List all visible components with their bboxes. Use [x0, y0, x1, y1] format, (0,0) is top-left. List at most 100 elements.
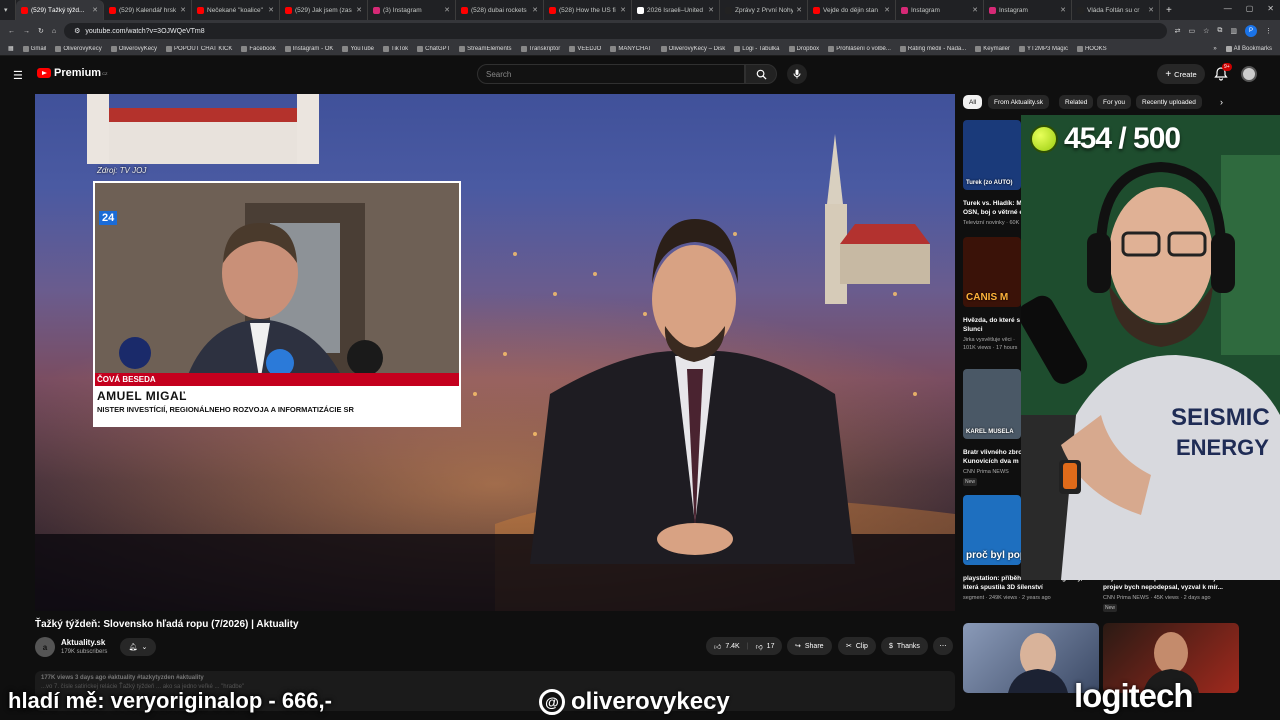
thanks-button[interactable]: $ Thanks: [881, 637, 928, 655]
clip-button[interactable]: ✂ Clip: [838, 637, 876, 655]
browser-tab[interactable]: (528) dubai rockets ✕: [456, 0, 544, 20]
filter-chip[interactable]: From Aktuality.sk: [988, 95, 1050, 109]
bookmark-item[interactable]: Keymailer: [975, 45, 1010, 52]
bookmark-item[interactable]: Prohlášení o volbě...: [828, 45, 891, 52]
filter-chip[interactable]: All: [963, 95, 983, 109]
bookmark-item[interactable]: OliverovyKecy: [110, 45, 157, 52]
browser-tab[interactable]: 2026 Israeli–United ✕: [632, 0, 720, 20]
new-tab-button[interactable]: +: [1160, 5, 1178, 16]
bookmark-item[interactable]: YT2MP3 Magic: [1018, 45, 1068, 52]
browser-tab[interactable]: Nečekané "koalice" ✕: [192, 0, 280, 20]
video-player[interactable]: Zdroj: TV JOJ 24 ČOVÁ BESEDA AMUEL MIGAĽ…: [35, 94, 955, 611]
youtube-logo[interactable]: Premium CZ: [37, 67, 107, 79]
close-tab-icon[interactable]: ✕: [444, 6, 450, 14]
url-field[interactable]: ⚙ youtube.com/watch?v=3OJWQeVTm8: [64, 23, 1167, 39]
recommendation-thumbnail[interactable]: Turek (zo AUTO): [963, 120, 1021, 190]
close-tab-icon[interactable]: ✕: [532, 6, 538, 14]
recommendation-title-line2[interactable]: Kunovicích dva m: [963, 458, 1023, 466]
channel-name[interactable]: Aktuality.sk: [61, 638, 105, 647]
create-button[interactable]: + Create: [1157, 64, 1205, 84]
chevron-right-icon[interactable]: ›: [1220, 97, 1223, 107]
recommendation-thumbnail[interactable]: KAREL MUSELA: [963, 369, 1021, 439]
bookmark-item[interactable]: OliverovyKecy: [55, 45, 102, 52]
recommendation-title[interactable]: Turek vs. Hladík: M: [963, 200, 1023, 208]
home-icon[interactable]: ⌂: [52, 28, 56, 35]
bookmark-item[interactable]: Instagram - OK: [284, 45, 333, 52]
maximize-icon[interactable]: ▢: [1246, 4, 1254, 13]
browser-menu-icon[interactable]: ⋮: [1265, 27, 1272, 35]
hamburger-menu-icon[interactable]: ☰: [13, 69, 23, 82]
close-tab-icon[interactable]: ✕: [1148, 6, 1154, 14]
profile-icon[interactable]: P: [1245, 25, 1257, 37]
recommendation-title-line2[interactable]: Slunci: [963, 326, 1023, 334]
browser-tab[interactable]: (528) How the US fi ✕: [544, 0, 632, 20]
like-button[interactable]: 👍︎ 7.4K | 👎︎ 17: [706, 637, 782, 655]
tab-list-button[interactable]: ▾: [0, 0, 16, 20]
close-tab-icon[interactable]: ✕: [356, 6, 362, 14]
bookmark-item[interactable]: YouTube: [342, 45, 374, 52]
recommendation-title[interactable]: Hvězda, do které s: [963, 317, 1023, 325]
forward-icon[interactable]: →: [23, 28, 30, 35]
browser-tab[interactable]: Instagram ✕: [896, 0, 984, 20]
close-tab-icon[interactable]: ✕: [708, 6, 714, 14]
close-window-icon[interactable]: ✕: [1267, 4, 1274, 13]
translate-icon[interactable]: ⇄: [1175, 27, 1181, 35]
sidebar-icon[interactable]: ▥: [1230, 27, 1237, 35]
close-tab-icon[interactable]: ✕: [1060, 6, 1066, 14]
bookmark-item[interactable]: Gmail: [22, 45, 46, 52]
bookmark-item[interactable]: Rating médií - Nada...: [899, 45, 966, 52]
close-tab-icon[interactable]: ✕: [620, 6, 626, 14]
browser-tab[interactable]: Vláda Foltán su cr ✕: [1072, 0, 1160, 20]
reload-icon[interactable]: ↻: [38, 27, 44, 35]
search-input[interactable]: Search: [477, 64, 745, 84]
close-tab-icon[interactable]: ✕: [972, 6, 978, 14]
bookmark-item[interactable]: Logi - Tabulka: [734, 45, 780, 52]
search-button[interactable]: [745, 64, 777, 84]
site-info-icon[interactable]: ⚙: [74, 27, 80, 35]
filter-chip[interactable]: Recently uploaded: [1136, 95, 1202, 109]
close-tab-icon[interactable]: ✕: [884, 6, 890, 14]
bookmark-star-icon[interactable]: ☆: [1203, 27, 1209, 35]
browser-tab[interactable]: (529) Kalendář hrsk ✕: [104, 0, 192, 20]
bookmark-item[interactable]: Dropbox: [788, 45, 819, 52]
close-tab-icon[interactable]: ✕: [796, 6, 802, 14]
browser-tab[interactable]: Zprávy z První Nohy ✕: [720, 0, 808, 20]
close-tab-icon[interactable]: ✕: [268, 6, 274, 14]
extensions-icon[interactable]: ⧉: [1217, 27, 1222, 35]
browser-tab[interactable]: (3) Instagram ✕: [368, 0, 456, 20]
bookmark-item[interactable]: Facebook: [241, 45, 276, 52]
recommendation-title[interactable]: Bratr vlivného zbro: [963, 449, 1023, 457]
filter-chip[interactable]: For you: [1097, 95, 1132, 109]
cast-icon[interactable]: ▭: [1188, 27, 1195, 35]
recommendation-title-line2[interactable]: OSN, boj o větrné e: [963, 209, 1023, 217]
bookmark-item[interactable]: POPOUT CHAT KICK: [166, 45, 232, 52]
recommendation-title-line2[interactable]: která spustila 3D šílenství: [963, 584, 1103, 592]
bookmark-item[interactable]: MANYCHAT: [610, 45, 652, 52]
close-tab-icon[interactable]: ✕: [92, 6, 98, 14]
bookmark-item[interactable]: StreamElements: [459, 45, 512, 52]
all-bookmarks[interactable]: All Bookmarks: [1225, 45, 1272, 52]
bookmarks-overflow-icon[interactable]: »: [1213, 46, 1216, 52]
recommendation-title-line2[interactable]: projev bych nepodepsal, vyzval k mír...: [1103, 584, 1243, 592]
minimize-icon[interactable]: —: [1224, 4, 1232, 13]
back-icon[interactable]: ←: [8, 28, 15, 35]
share-button[interactable]: ↪ Share: [787, 637, 832, 655]
bookmark-item[interactable]: Transkriptor: [520, 45, 560, 52]
subscription-bell-button[interactable]: 🔔︎ ⌄: [120, 638, 156, 656]
bookmark-item[interactable]: VEEDJO: [569, 45, 601, 52]
recommendation-thumbnail[interactable]: proč byl populár: [963, 495, 1021, 565]
more-actions-button[interactable]: ⋯: [933, 637, 953, 655]
close-tab-icon[interactable]: ✕: [180, 6, 186, 14]
recommendation-thumbnail[interactable]: CANIS M: [963, 237, 1021, 307]
bookmark-item[interactable]: HOOKS: [1076, 45, 1107, 52]
voice-search-button[interactable]: [787, 64, 807, 84]
channel-avatar[interactable]: a: [35, 637, 55, 657]
account-avatar[interactable]: [1241, 66, 1257, 82]
bookmark-item[interactable]: TikTok: [383, 45, 408, 52]
browser-tab[interactable]: Vejde do dějin stan ✕: [808, 0, 896, 20]
filter-chip[interactable]: Related: [1059, 95, 1094, 109]
browser-tab[interactable]: Instagram ✕: [984, 0, 1072, 20]
bookmark-item[interactable]: ChatGPT: [417, 45, 450, 52]
browser-tab[interactable]: (529) Jak jsem (zas ✕: [280, 0, 368, 20]
apps-icon[interactable]: ▦: [8, 45, 14, 52]
